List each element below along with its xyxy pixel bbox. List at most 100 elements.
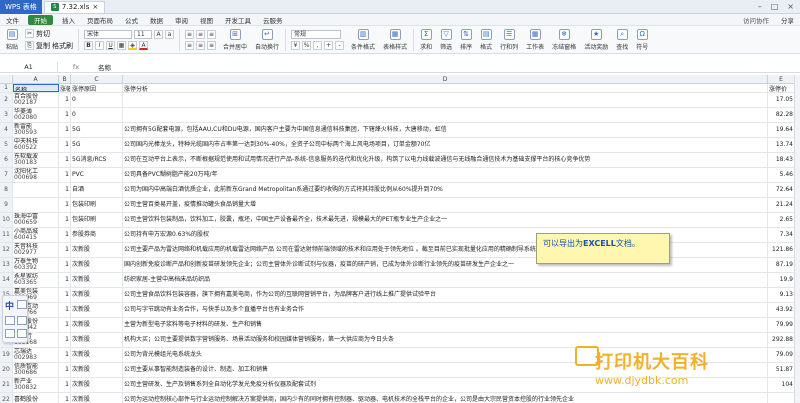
row-number[interactable]: 5 <box>0 138 13 152</box>
filter-button[interactable]: ▽ 筛选 <box>436 27 456 53</box>
cell-name[interactable]: 信质智能 300686 <box>13 363 59 377</box>
cell-c[interactable]: 次新股 <box>71 243 123 257</box>
cell-c[interactable]: 次新股 <box>71 363 123 377</box>
cell-c[interactable]: 包装印刷 <box>71 213 123 227</box>
menu-item-developer[interactable]: 开发工具 <box>219 15 257 25</box>
cell-c[interactable]: 5G <box>71 123 123 137</box>
cell-b[interactable]: 1 <box>59 108 71 122</box>
wrap-text-button[interactable]: ↵ 自动换行 <box>251 27 283 53</box>
cell-e[interactable]: 19.9 <box>768 273 795 287</box>
row-number[interactable]: 21 <box>0 378 13 392</box>
align-center-icon[interactable]: ≡ <box>196 40 206 50</box>
cell-b1[interactable]: 涨幅 <box>59 84 71 92</box>
emoji-icon[interactable] <box>5 329 15 338</box>
align-top-icon[interactable]: ≡ <box>185 29 195 39</box>
cell-d1[interactable]: 涨停分析 <box>123 84 768 92</box>
fill-color-icon[interactable]: ◈ <box>128 40 138 50</box>
border-icon[interactable]: ▦ <box>117 40 127 50</box>
row-number[interactable]: 19 <box>0 348 13 362</box>
cell-name[interactable]: 小商品城 600415 <box>13 228 59 242</box>
settings-icon[interactable] <box>17 316 27 325</box>
cell-e[interactable]: 7.34 <box>768 228 795 242</box>
floating-input-widget[interactable]: 中 <box>2 295 28 343</box>
cell-d[interactable]: 公司与字节跳动有业务合作，与快手以及多个直播平台也有业务合作 <box>123 303 768 317</box>
cell-d[interactable]: 纺织家居-主营中高档床品纺织品 <box>123 273 768 287</box>
cell-c1[interactable]: 涨停原因 <box>71 84 123 92</box>
cell-c[interactable]: 次新股 <box>71 393 123 403</box>
cell-d[interactable] <box>123 108 768 122</box>
formula-input[interactable]: 名称 <box>94 62 111 72</box>
column-header-b[interactable]: B <box>59 75 71 83</box>
column-header-a[interactable]: A <box>13 75 59 83</box>
conditional-format-button[interactable]: ▥ 条件格式 <box>347 27 379 53</box>
cell-e[interactable]: 9.13 <box>768 288 795 302</box>
find-button[interactable]: ⌕ 查找 <box>612 27 632 53</box>
align-bottom-icon[interactable]: ≡ <box>207 29 217 39</box>
cell-name[interactable]: 芯瑞达 002983 <box>13 348 59 362</box>
close-tab-icon[interactable]: × <box>92 3 98 11</box>
align-right-icon[interactable]: ≡ <box>207 40 217 50</box>
cell-d[interactable]: 主营为新型电子浆料等电子材料的研发、生产和销售 <box>123 318 768 332</box>
cell-c[interactable]: 5G消息/RCS <box>71 153 123 167</box>
cell-b[interactable]: 1 <box>59 123 71 137</box>
menu-collab[interactable]: 访问协作 <box>737 15 775 25</box>
cell-b[interactable]: 1 <box>59 378 71 392</box>
underline-icon[interactable]: U <box>106 40 116 50</box>
cell-c[interactable]: 参股券商 <box>71 228 123 242</box>
cell-e[interactable]: 5.46 <box>768 168 795 182</box>
keyboard-icon[interactable] <box>5 316 15 325</box>
cell-b[interactable]: 1 <box>59 198 71 212</box>
name-box[interactable]: A1 <box>0 62 58 72</box>
cell-b[interactable]: 1 <box>59 273 71 287</box>
minimize-icon[interactable]: – <box>758 2 762 11</box>
row-number[interactable]: 11 <box>0 228 13 242</box>
font-shrink-icon[interactable]: a <box>165 29 175 39</box>
copy-icon[interactable]: ⎘ <box>25 41 35 50</box>
cell-b[interactable]: 1 <box>59 168 71 182</box>
menu-icon[interactable] <box>17 329 27 338</box>
menu-item-data[interactable]: 数据 <box>144 15 169 25</box>
row-number[interactable]: 12 <box>0 243 13 257</box>
cell-b[interactable]: 1 <box>59 138 71 152</box>
row-number[interactable]: 7 <box>0 168 13 182</box>
cell-name[interactable]: 新产业 300832 <box>13 378 59 392</box>
freeze-panes-button[interactable]: ❄ 冻结窗格 <box>548 27 580 53</box>
menu-file[interactable]: 文件 <box>0 15 25 25</box>
copy-button[interactable]: 复制 <box>36 41 50 51</box>
cell-e[interactable]: 2.65 <box>768 213 795 227</box>
cell-b[interactable]: 1 <box>59 213 71 227</box>
cell-e[interactable]: 121.86 <box>768 243 795 257</box>
cell-c[interactable]: 0 <box>71 93 123 107</box>
document-tab[interactable]: S 7.32.xls × <box>43 0 106 13</box>
activity-button[interactable]: ★ 活动奖励 <box>580 27 612 53</box>
menu-item-view[interactable]: 视图 <box>194 15 219 25</box>
thousands-icon[interactable]: , <box>313 40 323 50</box>
select-all-corner[interactable] <box>0 75 13 83</box>
cell-d[interactable]: 公司国内光棒龙头，特种光缆国内市占率第一达到30%-40%，全资子公司中标两个海… <box>123 138 768 152</box>
cell-c[interactable]: 次新股 <box>71 378 123 392</box>
cell-e[interactable]: 82.28 <box>768 108 795 122</box>
menu-item-formula[interactable]: 公式 <box>119 15 144 25</box>
table-style-button[interactable]: ▦ 表格样式 <box>379 27 411 53</box>
menu-item-start[interactable]: 开始 <box>28 14 53 25</box>
worksheet-button[interactable]: ▦ 工作表 <box>522 27 548 53</box>
bold-icon[interactable]: B <box>84 40 94 50</box>
cell-e[interactable]: 72.64 <box>768 183 795 197</box>
increase-decimal-icon[interactable]: + <box>324 40 334 50</box>
merge-center-button[interactable]: ⊞ 合并居中 <box>219 27 251 53</box>
cell-d[interactable]: 公司主营食品饮料包装容器，旗下拥有嘉美电商，作为公司的互联网营销平台，为品牌客户… <box>123 288 768 302</box>
cell-name[interactable] <box>13 198 59 212</box>
row-number[interactable]: 2 <box>0 93 13 107</box>
row-number[interactable]: 22 <box>0 393 13 403</box>
cell-name[interactable]: 百合股份 002187 <box>13 93 59 107</box>
column-header-c[interactable]: C <box>71 75 123 83</box>
align-middle-icon[interactable]: ≡ <box>196 29 206 39</box>
cell-c[interactable]: 包装印刷 <box>71 198 123 212</box>
cell-c[interactable]: 次新股 <box>71 288 123 302</box>
font-size-select[interactable]: 11 <box>134 29 153 39</box>
row-number[interactable]: 1 <box>0 84 13 92</box>
cell-b[interactable]: 1 <box>59 288 71 302</box>
cell-c[interactable]: 次新股 <box>71 333 123 347</box>
row-number[interactable]: 13 <box>0 258 13 272</box>
cut-icon[interactable]: ✂ <box>25 29 35 38</box>
